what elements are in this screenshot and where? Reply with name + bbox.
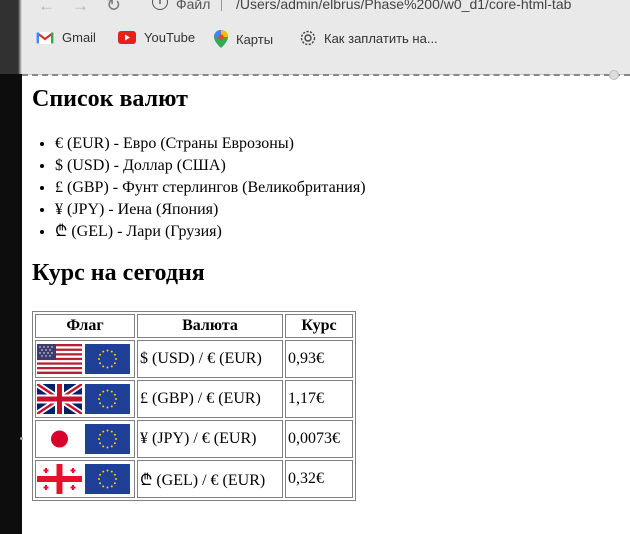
flag-cell	[35, 460, 135, 498]
gmail-icon	[36, 31, 54, 45]
currency-pair: ₾ (GEL) / € (EUR)	[137, 460, 283, 498]
eu-flag	[85, 344, 130, 374]
table-row: $ (USD) / € (EUR) 0,93€	[35, 340, 353, 378]
left-edge-bar	[0, 74, 22, 534]
flag-cell	[35, 380, 135, 418]
table-row: ₾ (GEL) / € (EUR) 0,32€	[35, 460, 353, 498]
currency-pair: ¥ (JPY) / € (EUR)	[137, 420, 283, 458]
browser-chrome: ← → ↻ i Файл /Users/admin/elbrus/Phase%2…	[0, 0, 630, 75]
back-arrow-icon[interactable]: ←	[38, 0, 55, 16]
bookmark-label: Gmail	[62, 30, 96, 45]
flag-cell	[35, 340, 135, 378]
currency-pair: $ (USD) / € (EUR)	[137, 340, 283, 378]
bookmark-label: Карты	[236, 31, 274, 47]
rate-value: 0,0073€	[285, 420, 353, 458]
rate-value: 0,93€	[285, 340, 353, 378]
currency-list: € (EUR) - Евро (Страны Еврозоны) $ (USD)…	[32, 133, 366, 243]
table-header-row: Флаг Валюта Курс	[35, 314, 353, 338]
us-flag	[37, 344, 82, 374]
url-separator	[221, 0, 222, 11]
flag-cell	[35, 420, 135, 458]
japan-flag	[37, 424, 82, 454]
bookmarks-bar: Gmail YouTube Карты Как заплатить на...	[0, 30, 630, 52]
georgia-flag	[37, 464, 82, 494]
eu-flag	[85, 464, 130, 494]
list-item: € (EUR) - Евро (Страны Еврозоны)	[55, 133, 366, 155]
resize-handle[interactable]	[609, 70, 619, 80]
list-item: $ (USD) - Доллар (США)	[55, 155, 366, 177]
bookmark-maps[interactable]: Карты	[214, 30, 273, 48]
header-flag: Флаг	[35, 314, 135, 338]
rates-heading: Курс на сегодня	[32, 260, 205, 286]
eu-flag	[85, 424, 130, 454]
list-item: ₾ (GEL) - Лари (Грузия)	[55, 221, 366, 243]
maps-icon	[214, 30, 228, 48]
edge-dot	[20, 437, 23, 440]
rates-table: Флаг Валюта Курс $ (USD) / € (EUR) 0,93€…	[32, 311, 356, 501]
selection-dashed-border	[22, 74, 630, 76]
url-text[interactable]: /Users/admin/elbrus/Phase%200/w0_d1/core…	[236, 0, 571, 12]
bookmark-gmail[interactable]: Gmail	[36, 30, 96, 45]
uk-flag	[37, 384, 82, 414]
eu-flag	[85, 384, 130, 414]
url-scheme: Файл	[176, 0, 211, 12]
payment-icon	[300, 30, 316, 46]
address-bar[interactable]: ← → ↻ i Файл /Users/admin/elbrus/Phase%2…	[0, 0, 630, 22]
currency-pair: £ (GBP) / € (EUR)	[137, 380, 283, 418]
left-edge-shadow	[0, 0, 22, 74]
youtube-icon	[118, 31, 136, 44]
forward-arrow-icon[interactable]: →	[72, 0, 89, 16]
table-row: ¥ (JPY) / € (EUR) 0,0073€	[35, 420, 353, 458]
currencies-heading: Список валют	[32, 86, 188, 112]
bookmark-youtube[interactable]: YouTube	[118, 30, 195, 45]
bookmark-label: YouTube	[144, 30, 196, 45]
rate-value: 0,32€	[285, 460, 353, 498]
bookmark-payment[interactable]: Как заплатить на...	[300, 30, 438, 46]
list-item: £ (GBP) - Фунт стерлингов (Великобритани…	[55, 177, 366, 199]
table-row: £ (GBP) / € (EUR) 1,17€	[35, 380, 353, 418]
rate-value: 1,17€	[285, 380, 353, 418]
bookmark-label: Как заплатить на...	[324, 30, 438, 46]
header-rate: Курс	[285, 314, 353, 338]
info-icon[interactable]: i	[152, 0, 168, 10]
header-currency: Валюта	[137, 314, 283, 338]
list-item: ¥ (JPY) - Иена (Япония)	[55, 199, 366, 221]
reload-icon[interactable]: ↻	[106, 0, 121, 16]
